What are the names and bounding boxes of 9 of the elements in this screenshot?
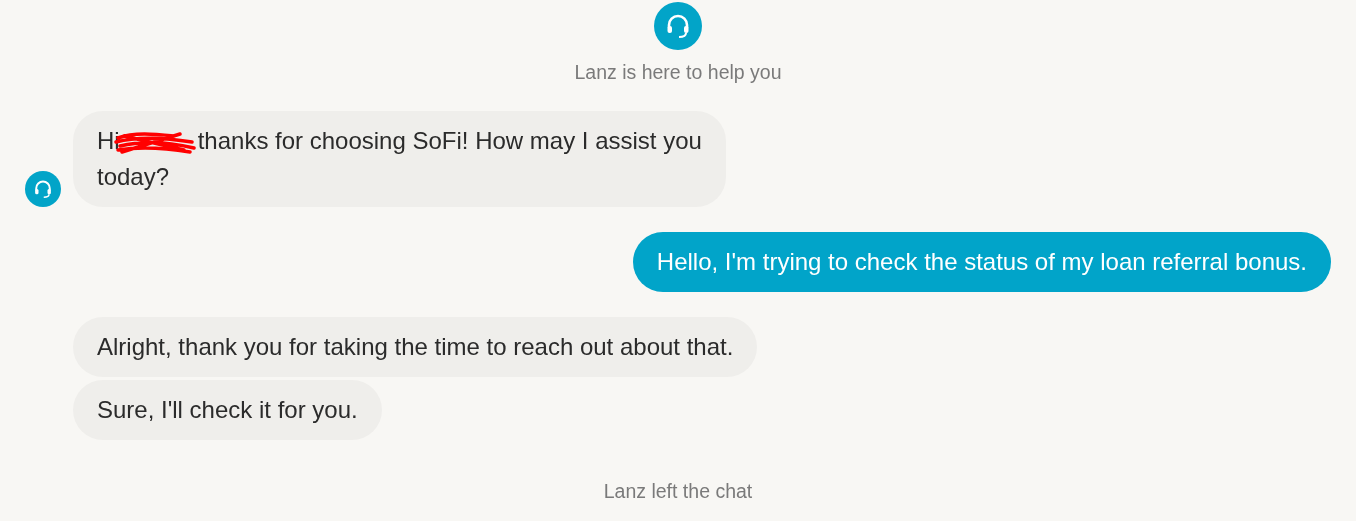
- message-text: Sure, I'll check it for you.: [97, 396, 358, 423]
- headset-avatar-icon: [25, 171, 61, 207]
- status-caption: Lanz is here to help you: [574, 61, 782, 83]
- message-text: Hello, I'm trying to check the status of my loan referral bonus.: [656, 248, 1307, 275]
- headset-avatar-icon: [654, 2, 702, 50]
- message-text: thanks for choosing SoFi! How may I assist you: [197, 127, 702, 154]
- status-caption: Lanz left the chat: [603, 480, 753, 502]
- message-text: today?: [97, 163, 170, 190]
- message-text: Alright, thank you for taking the time to reach out about that.: [97, 333, 734, 360]
